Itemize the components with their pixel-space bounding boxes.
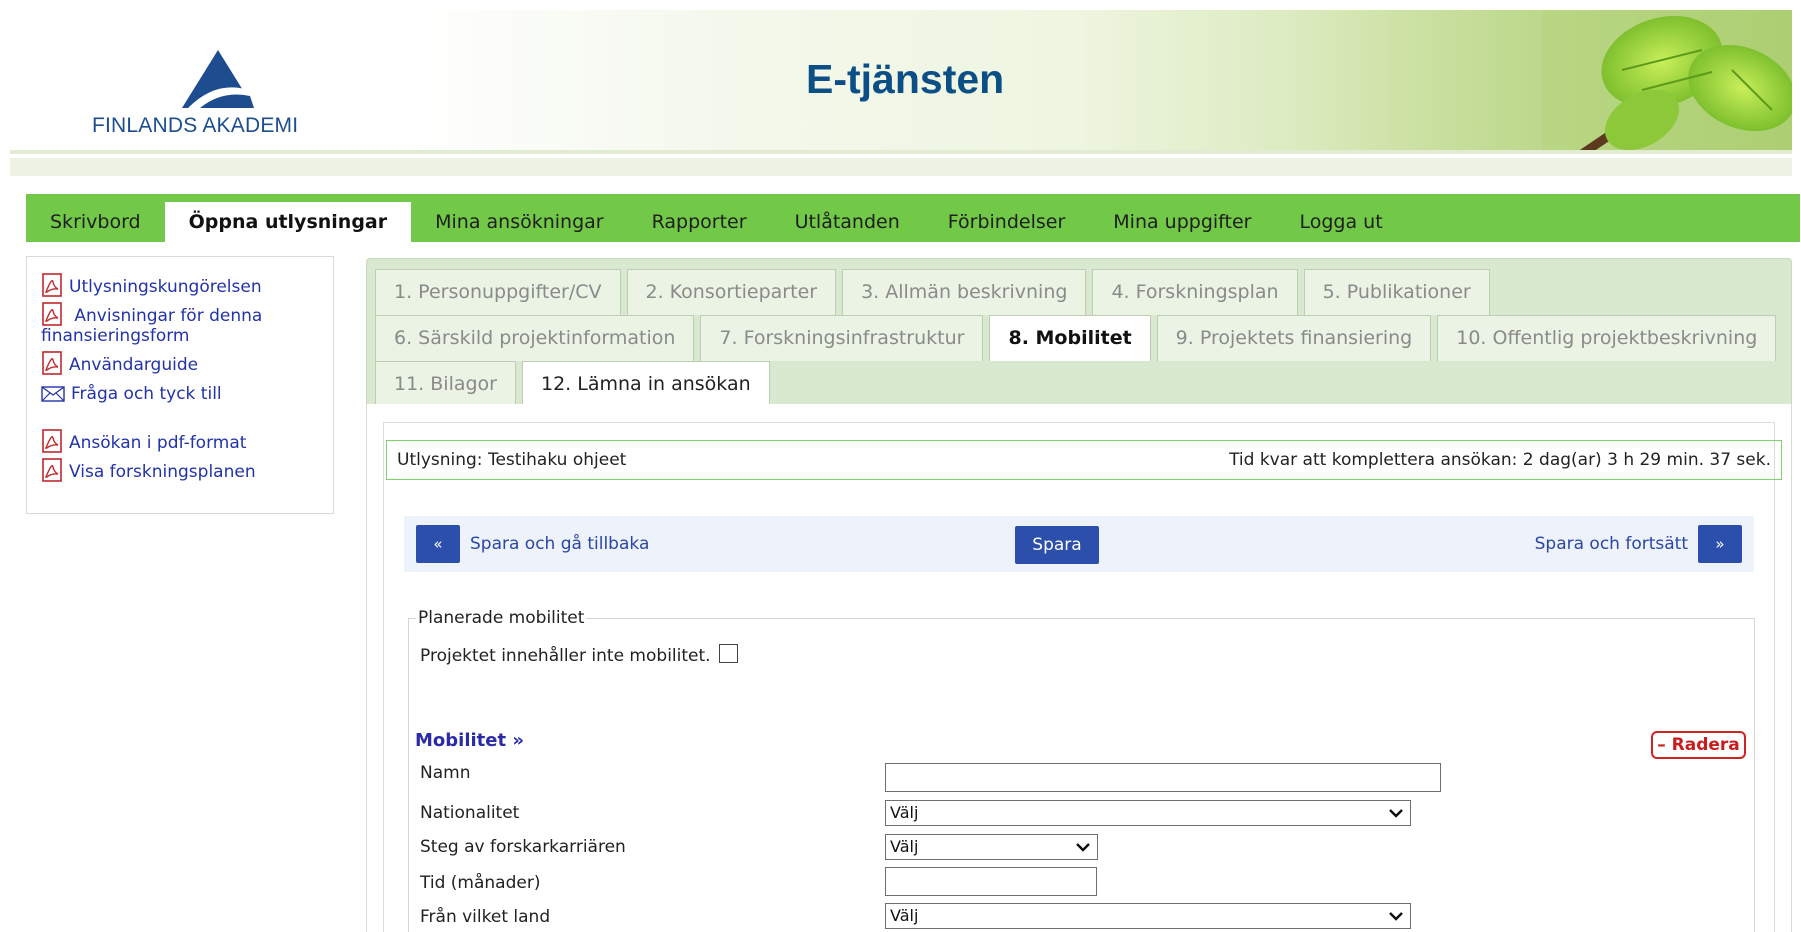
save-and-back-label[interactable]: Spara och gå tillbaka xyxy=(470,534,649,554)
leaf-decoration-icon xyxy=(1542,10,1792,150)
call-status-box: Utlysning: Testihaku ohjeet Tid kvar att… xyxy=(386,440,1782,480)
from-country-label: Från vilket land xyxy=(420,907,551,927)
academy-logo[interactable]: FINLANDS AKADEMI xyxy=(92,42,352,142)
no-mobility-checkbox[interactable] xyxy=(718,643,738,663)
nav-item-oppna-utlysningar[interactable]: Öppna utlysningar xyxy=(164,202,412,242)
pdf-icon xyxy=(42,273,62,297)
tab-personuppgifter[interactable]: 1. Personuppgifter/CV xyxy=(375,269,621,315)
save-and-continue-label[interactable]: Spara och fortsätt xyxy=(1535,534,1688,554)
mobility-section-title[interactable]: Mobilitet » xyxy=(415,730,524,751)
mail-icon xyxy=(41,386,65,402)
tab-forskningsplan[interactable]: 4. Forskningsplan xyxy=(1092,269,1298,315)
sidebar-link-label: Ansökan i pdf-format xyxy=(69,433,247,453)
sidebar-link-label: Användarguide xyxy=(69,355,199,375)
logo-text: FINLANDS AKADEMI xyxy=(92,114,299,137)
nav-item-logga-ut[interactable]: Logga ut xyxy=(1276,202,1407,242)
page-title: E-tjänsten xyxy=(806,56,1005,102)
top-navigation: Skrivbord Öppna utlysningar Mina ansökni… xyxy=(26,194,1800,242)
tab-publikationer[interactable]: 5. Publikationer xyxy=(1303,269,1490,315)
career-stage-value: Välj xyxy=(890,837,919,856)
tab-projektets-finansiering[interactable]: 9. Projektets finansiering xyxy=(1156,315,1432,361)
sidebar-link-label: Visa forskningsplanen xyxy=(69,462,256,482)
tab-sarskild-projektinformation[interactable]: 6. Särskild projektinformation xyxy=(375,315,695,361)
nav-item-rapporter[interactable]: Rapporter xyxy=(628,202,771,242)
sidebar-link-label: Fråga och tyck till xyxy=(71,384,222,404)
nav-item-utlatanden[interactable]: Utlåtanden xyxy=(771,202,924,242)
tab-offentlig-projektbeskrivning[interactable]: 10. Offentlig projektbeskrivning xyxy=(1437,315,1777,361)
double-chevron-left-icon[interactable]: « xyxy=(416,525,460,563)
banner-strip xyxy=(10,158,1792,176)
duration-label: Tid (månader) xyxy=(420,873,541,893)
chevron-down-icon xyxy=(1389,809,1403,818)
duration-input[interactable] xyxy=(885,867,1097,896)
tab-lamna-in-ansokan[interactable]: 12. Lämna in ansökan xyxy=(522,361,770,407)
double-chevron-right-icon[interactable]: » xyxy=(1698,525,1742,563)
no-mobility-label: Projektet innehåller inte mobilitet. xyxy=(420,646,711,666)
nationality-value: Välj xyxy=(890,803,919,822)
name-input[interactable] xyxy=(885,763,1441,792)
tab-row-2: 6. Särskild projektinformation 7. Forskn… xyxy=(375,315,1781,361)
pdf-icon xyxy=(42,458,62,482)
tab-allman-beskrivning[interactable]: 3. Allmän beskrivning xyxy=(842,269,1087,315)
nav-item-mina-ansokningar[interactable]: Mina ansökningar xyxy=(411,202,628,242)
sidebar-link-anvandarguide[interactable]: Användarguide xyxy=(41,351,319,375)
sidebar-link-utlysningskungorelsen[interactable]: Utlysningskungörelsen xyxy=(41,273,319,297)
nav-item-forbindelser[interactable]: Förbindelser xyxy=(924,202,1090,242)
sidebar-link-ansokan-pdf[interactable]: Ansökan i pdf-format xyxy=(41,429,319,453)
header-banner: FINLANDS AKADEMI E-tjänsten xyxy=(10,10,1792,154)
save-and-back-button[interactable]: « Spara och gå tillbaka xyxy=(416,525,649,563)
from-country-select[interactable]: Välj xyxy=(885,903,1411,929)
career-stage-select[interactable]: Välj xyxy=(885,834,1098,860)
career-stage-label: Steg av forskarkarriären xyxy=(420,837,626,857)
tab-mobilitet[interactable]: 8. Mobilitet xyxy=(989,315,1151,361)
save-button[interactable]: Spara xyxy=(1015,526,1099,564)
sidebar-link-forskningsplan[interactable]: Visa forskningsplanen xyxy=(41,458,319,482)
pdf-icon xyxy=(42,351,62,375)
sidebar-link-label: Utlysningskungörelsen xyxy=(69,277,262,297)
nav-item-skrivbord[interactable]: Skrivbord xyxy=(26,202,165,242)
sidebar-link-label: Anvisningar för denna finansieringsform xyxy=(41,306,263,346)
nationality-select[interactable]: Välj xyxy=(885,800,1411,826)
time-left: Tid kvar att komplettera ansökan: 2 dag(… xyxy=(1229,450,1771,470)
nationality-label: Nationalitet xyxy=(420,803,520,823)
pdf-icon xyxy=(42,429,62,453)
save-and-continue-button[interactable]: Spara och fortsätt » xyxy=(1535,525,1742,563)
chevron-down-icon xyxy=(1076,843,1090,852)
tab-row-1: 1. Personuppgifter/CV 2. Konsortieparter… xyxy=(375,269,1781,315)
delete-button[interactable]: – Radera xyxy=(1651,731,1746,759)
pdf-icon xyxy=(42,302,62,326)
tab-konsortieparter[interactable]: 2. Konsortieparter xyxy=(626,269,837,315)
call-name: Utlysning: Testihaku ohjeet xyxy=(397,450,627,470)
triangle-logo-icon xyxy=(182,50,254,108)
chevron-down-icon xyxy=(1389,912,1403,921)
from-country-value: Välj xyxy=(890,906,919,925)
name-label: Namn xyxy=(420,763,471,783)
tab-forskningsinfrastruktur[interactable]: 7. Forskningsinfrastruktur xyxy=(700,315,984,361)
application-tabs: 1. Personuppgifter/CV 2. Konsortieparter… xyxy=(366,258,1792,408)
sidebar: Utlysningskungörelsen Anvisningar för de… xyxy=(26,256,334,514)
tab-bilagor[interactable]: 11. Bilagor xyxy=(375,361,516,407)
fieldset-legend: Planerade mobilitet xyxy=(416,608,587,628)
no-mobility-row: Projektet innehåller inte mobilitet. xyxy=(420,643,738,666)
sidebar-link-fraga[interactable]: Fråga och tyck till xyxy=(41,384,319,404)
nav-item-mina-uppgifter[interactable]: Mina uppgifter xyxy=(1089,202,1275,242)
tab-row-3: 11. Bilagor 12. Lämna in ansökan xyxy=(375,361,1781,407)
sidebar-link-anvisningar[interactable]: Anvisningar för denna finansieringsform xyxy=(41,302,319,346)
